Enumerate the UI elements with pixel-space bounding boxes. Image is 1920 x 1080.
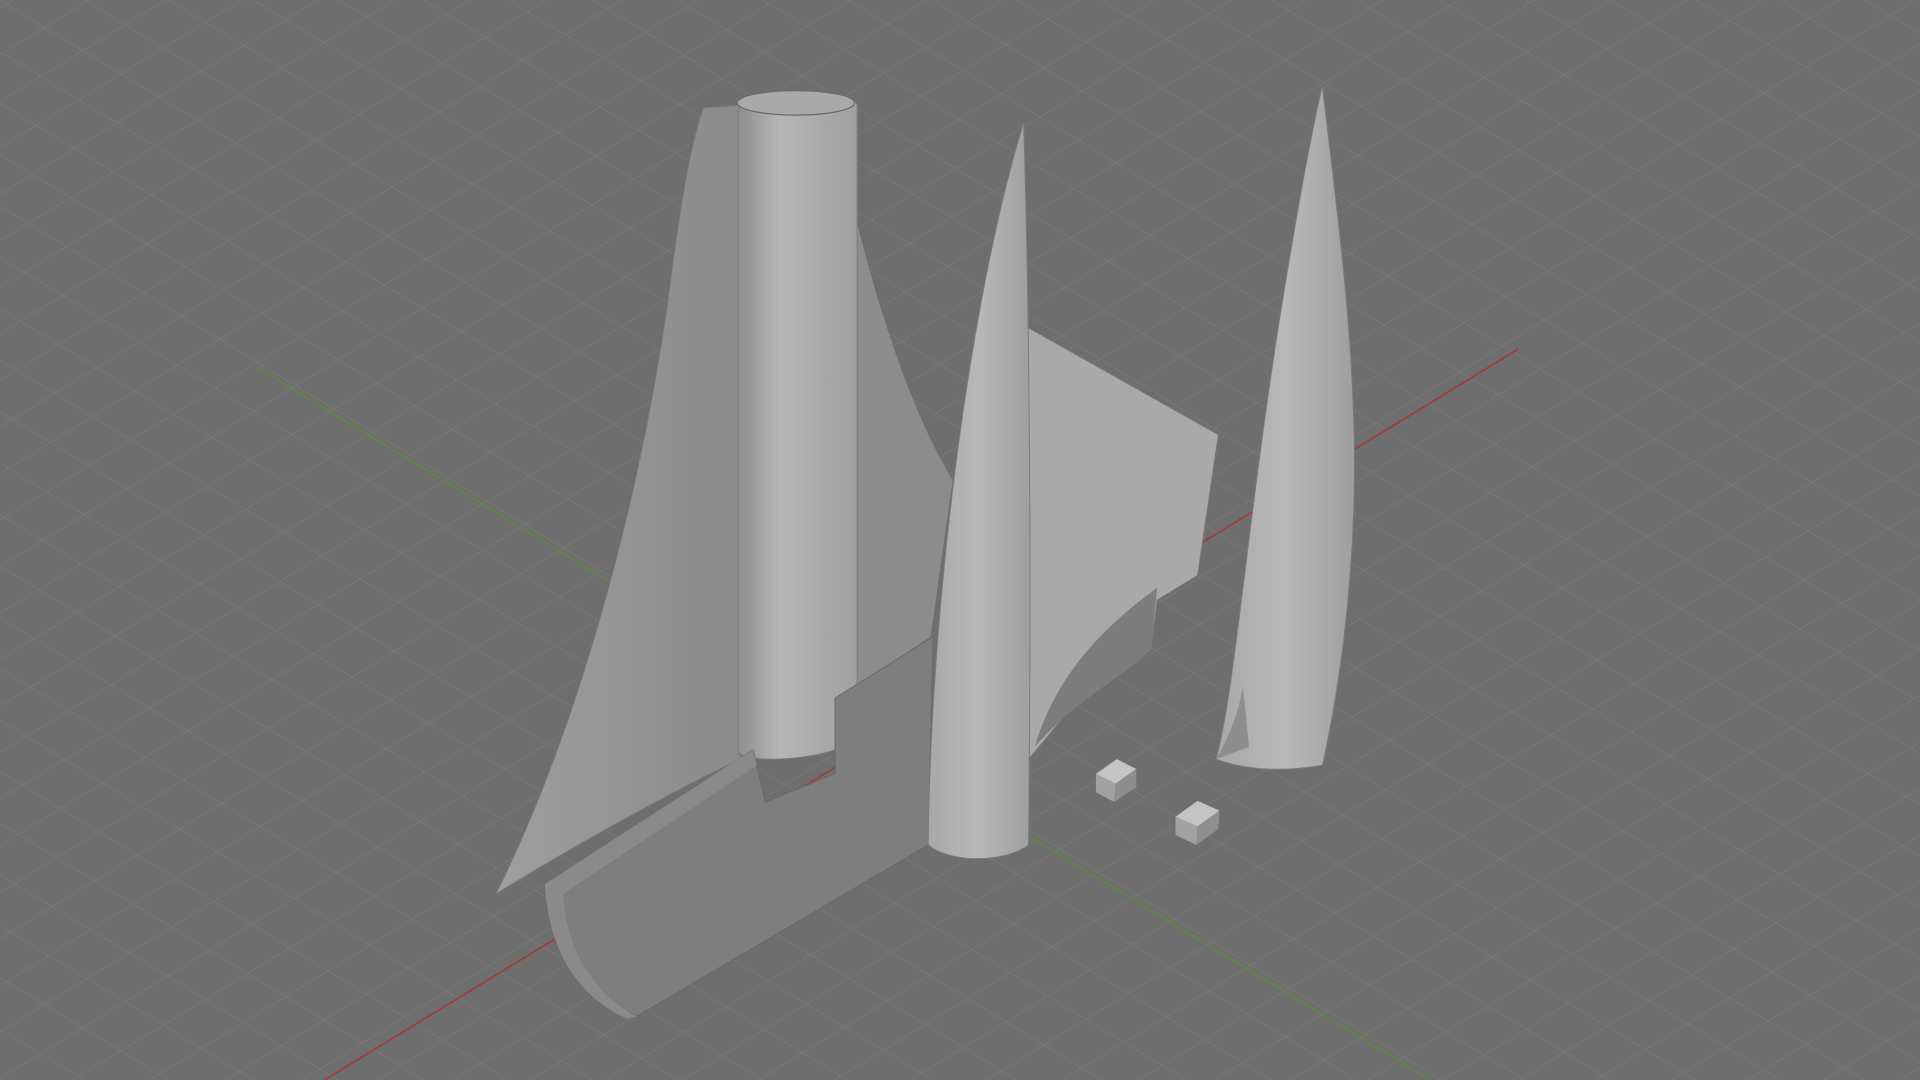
grid-line bbox=[1101, 0, 1920, 497]
grid-line bbox=[1864, 0, 1920, 34]
grid-line bbox=[0, 925, 255, 1080]
delta-wing-mesh[interactable] bbox=[1021, 323, 1219, 761]
grid-line bbox=[1899, 1067, 1920, 1080]
sail-fin-back-mesh[interactable] bbox=[844, 171, 953, 686]
cylinder-mesh[interactable] bbox=[737, 92, 858, 760]
grid-line bbox=[1671, 927, 1920, 1080]
grid-line bbox=[0, 1028, 85, 1080]
grid-line bbox=[1366, 741, 1920, 1080]
3d-viewport[interactable] bbox=[0, 0, 1920, 1080]
grid-line bbox=[1525, 0, 1920, 240]
grid-line bbox=[0, 874, 339, 1080]
grid-line bbox=[1290, 694, 1920, 1080]
grid-line bbox=[1747, 974, 1920, 1080]
grid-line bbox=[1779, 0, 1920, 86]
grid-line bbox=[0, 719, 594, 1080]
right-cone-mesh[interactable] bbox=[1215, 85, 1355, 770]
grid-line bbox=[0, 977, 170, 1080]
grid-line bbox=[1442, 787, 1920, 1080]
small-cube-1[interactable] bbox=[1095, 759, 1137, 803]
small-cube-2[interactable] bbox=[1175, 800, 1220, 845]
sail-fin-mesh[interactable] bbox=[494, 104, 742, 896]
grid-line bbox=[1823, 1020, 1920, 1080]
grid-line bbox=[0, 771, 509, 1080]
grid-line bbox=[1610, 0, 1920, 189]
viewport-canvas[interactable] bbox=[0, 0, 1920, 1080]
grid-line bbox=[1440, 0, 1920, 291]
cylinder-top bbox=[736, 90, 856, 116]
